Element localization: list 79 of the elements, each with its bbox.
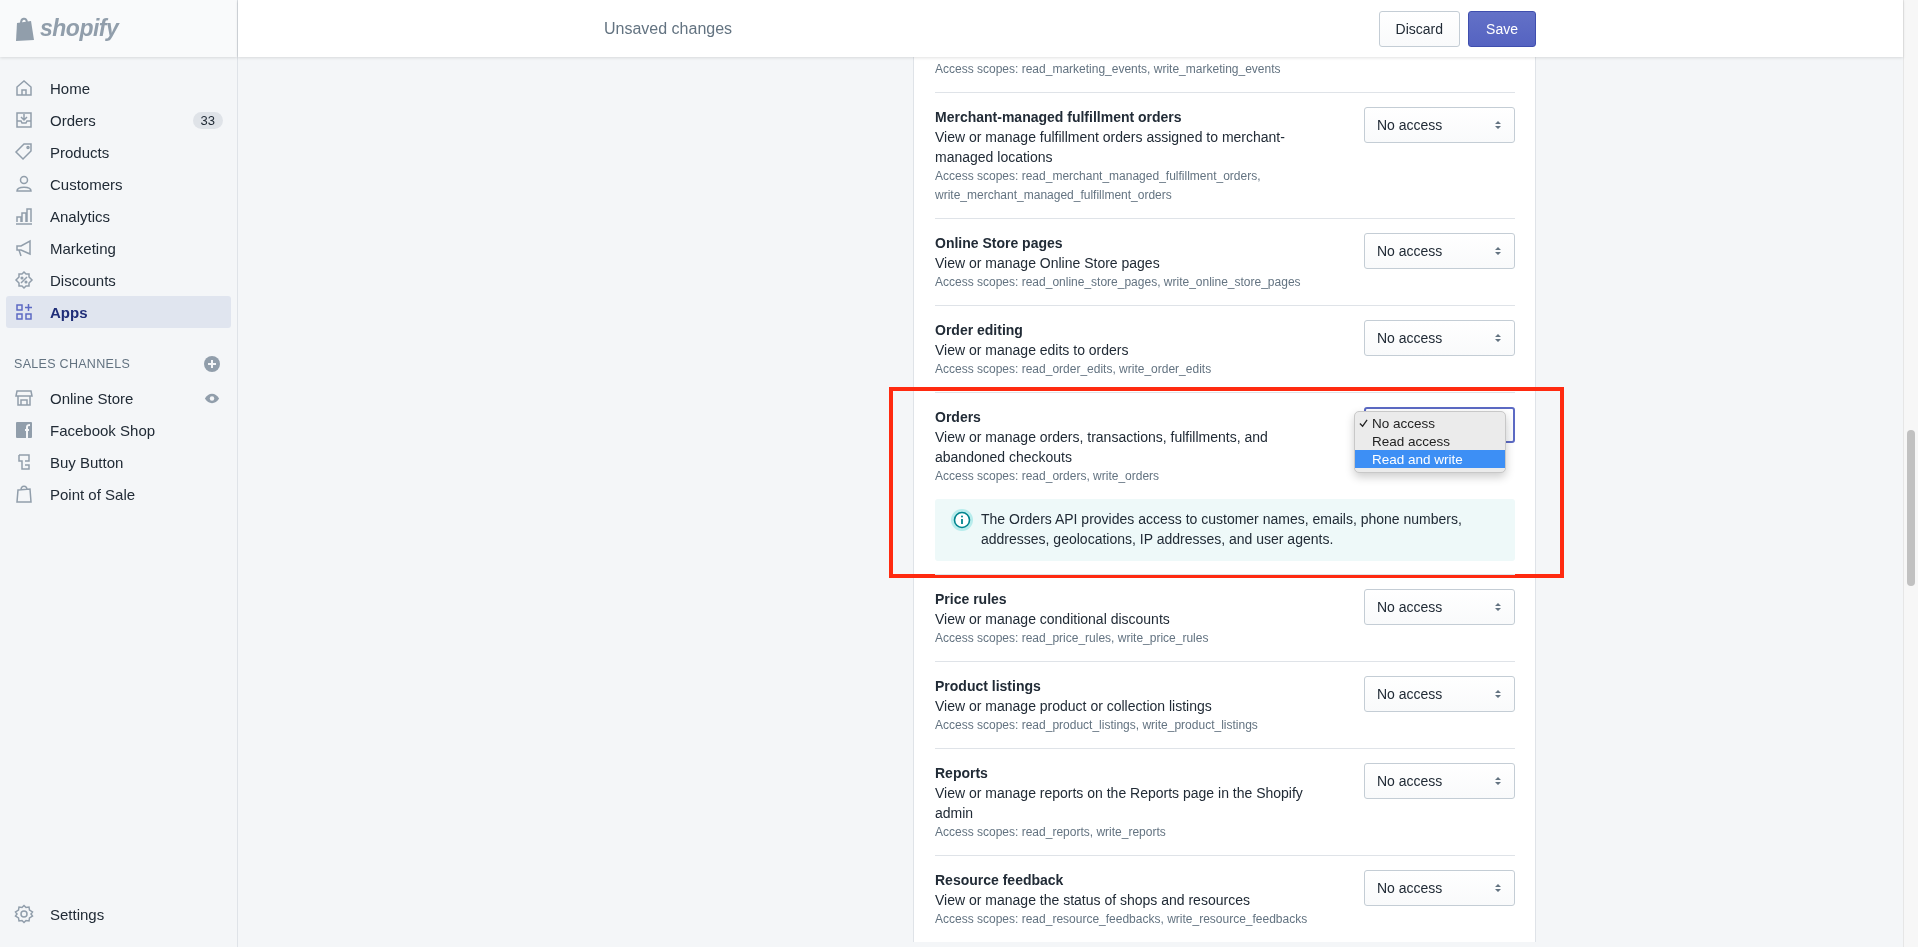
megaphone-icon (14, 238, 34, 258)
scrollbar-thumb[interactable] (1907, 430, 1915, 586)
access-scopes-text: Access scopes: read_product_listings, write_product_listings (935, 717, 1258, 734)
chevron-icon (1494, 245, 1502, 257)
chevron-icon (1494, 775, 1502, 787)
settings-item[interactable]: Settings (6, 898, 231, 930)
permission-description: View or manage Online Store pages (935, 254, 1161, 273)
unsaved-changes-title: Unsaved changes (604, 19, 733, 38)
permission-title: Online Store pages (935, 234, 1064, 253)
nav-item[interactable]: Analytics (6, 200, 231, 232)
access-select[interactable]: No access (1364, 870, 1515, 906)
access-scopes-text: Access scopes: read_orders, write_orders (935, 468, 1161, 485)
access-select[interactable]: No access (1364, 763, 1515, 799)
scrollbar[interactable] (1903, 0, 1918, 947)
nav-item[interactable]: Orders 33 (6, 104, 231, 136)
chevron-icon (1494, 882, 1502, 894)
permission-description: View or manage fulfillment orders assigned to merchant-managed locations (935, 128, 1286, 167)
permission-description: View or manage product or collection listings (935, 697, 1213, 716)
access-scopes-text: Access scopes: read_reports, write_reports (935, 824, 1167, 841)
permission-description: View or manage the status of shops and resources (935, 891, 1251, 910)
menu-option[interactable]: Read access (1355, 432, 1505, 450)
section-heading: SALES CHANNELS (14, 357, 131, 371)
access-select[interactable]: No access (1364, 676, 1515, 712)
save-button[interactable]: Save (1468, 10, 1536, 47)
nav-item[interactable]: Products (6, 136, 231, 168)
nav-item[interactable]: Discounts (6, 264, 231, 296)
storefront-icon (14, 388, 34, 408)
access-scopes-text: Access scopes: read_resource_feedbacks, write_resource_feedbacks (935, 911, 1308, 928)
bar-chart-icon (14, 206, 34, 226)
person-icon (14, 174, 34, 194)
inbox-icon (14, 110, 34, 130)
permission-title: Price rules (935, 590, 1008, 609)
chevron-icon (1494, 119, 1502, 131)
nav-item[interactable]: Online Store (6, 382, 204, 414)
permission-title: Resource feedback (935, 871, 1065, 890)
tag-icon (14, 142, 34, 162)
permission-description: View or manage conditional discounts (935, 610, 1171, 629)
permission-description: View or manage reports on the Reports page in the Shopify admin (935, 784, 1304, 823)
access-scopes-text: Access scopes: read_order_edits, write_order_edits (935, 361, 1212, 378)
nav-item[interactable]: Apps (6, 296, 231, 328)
brand-logo-text: shopify (40, 15, 119, 42)
access-scopes-text: Access scopes: read_price_rules, write_price_rules (935, 630, 1209, 647)
eye-icon[interactable] (204, 392, 220, 404)
menu-option[interactable]: No access (1355, 414, 1505, 432)
access-scopes-text: Access scopes: read_marketing_events, write_marketing_events (935, 61, 1281, 78)
access-select[interactable]: No access (1364, 320, 1515, 356)
access-select[interactable]: No access (1364, 589, 1515, 625)
access-scopes-text: Access scopes: read_online_store_pages, write_online_store_pages (935, 274, 1301, 291)
apps-icon (14, 302, 34, 322)
facebook-icon (14, 420, 34, 440)
chevron-icon (1494, 332, 1502, 344)
percent-badge-icon (14, 270, 34, 290)
shopping-bag-icon (14, 484, 34, 504)
permission-title: Merchant-managed fulfillment orders (935, 108, 1183, 127)
notice-text: The Orders API provides access to customer names, emails, phone numbers, addresses, geolocations, IP addresses, and user agents. (981, 510, 1463, 549)
shopping-bag-icon (14, 15, 36, 42)
info-icon (951, 509, 973, 531)
settings-icon (14, 904, 34, 924)
permission-description: View or manage orders, transactions, fulfillments, and abandoned checkouts (935, 428, 1269, 467)
permission-title: Orders (935, 408, 982, 427)
nav-item[interactable]: Marketing (6, 232, 231, 264)
nav-item[interactable]: Home (6, 72, 231, 104)
nav-item[interactable]: Point of Sale (6, 478, 231, 510)
nav-item[interactable]: Customers (6, 168, 231, 200)
permission-description: View or manage edits to orders (935, 341, 1130, 360)
nav-item[interactable]: Buy Button (6, 446, 231, 478)
permission-title: Order editing (935, 321, 1024, 340)
access-scopes-text: Access scopes: read_merchant_managed_fulfillment_orders, write_merchant_managed_fulfillment_orders (935, 168, 1262, 204)
add-icon[interactable] (204, 356, 220, 372)
count-badge: 33 (192, 111, 223, 129)
chevron-icon (1494, 688, 1502, 700)
permission-title: Product listings (935, 677, 1042, 696)
nav-item[interactable]: Facebook Shop (6, 414, 231, 446)
permission-title: Reports (935, 764, 989, 783)
access-select[interactable]: No access (1364, 107, 1515, 143)
home-icon (14, 78, 34, 98)
chevron-icon (1494, 601, 1502, 613)
discard-button[interactable]: Discard (1378, 10, 1461, 47)
access-select[interactable]: No access (1364, 233, 1515, 269)
